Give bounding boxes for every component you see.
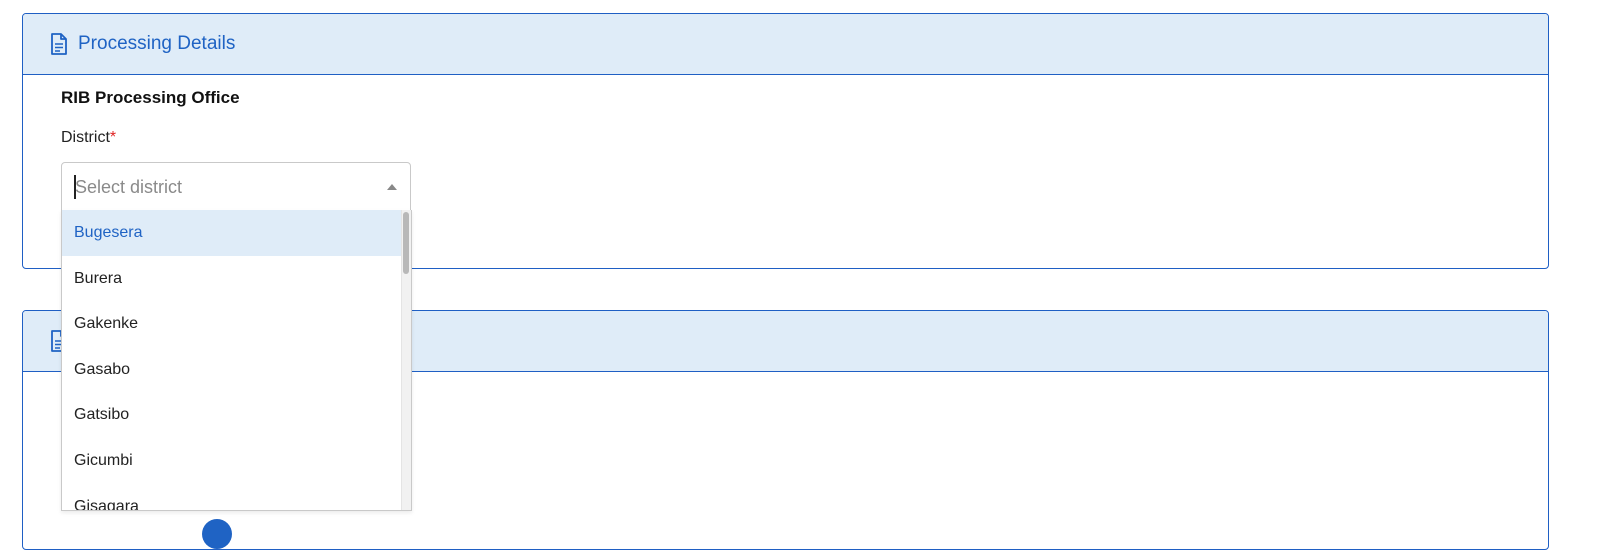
district-label: District* bbox=[61, 129, 116, 147]
card-header: Processing Details bbox=[23, 14, 1548, 75]
section-title: RIB Processing Office bbox=[61, 88, 240, 107]
card-title: Processing Details bbox=[78, 33, 236, 54]
dropdown-option[interactable]: Gicumbi bbox=[62, 438, 403, 484]
dropdown-option[interactable]: Burera bbox=[62, 256, 403, 302]
district-dropdown: Bugesera Burera Gakenke Gasabo Gatsibo G… bbox=[61, 210, 412, 511]
document-icon bbox=[50, 33, 68, 55]
scrollbar-thumb[interactable] bbox=[403, 212, 409, 274]
dropdown-scrollbar[interactable] bbox=[401, 210, 411, 510]
step-indicator bbox=[202, 519, 232, 549]
district-select[interactable] bbox=[61, 162, 411, 211]
dropdown-option[interactable]: Gisagara bbox=[62, 484, 403, 510]
caret-up-icon[interactable] bbox=[387, 184, 397, 190]
dropdown-option[interactable]: Gakenke bbox=[62, 301, 403, 347]
district-label-text: District bbox=[61, 129, 110, 146]
dropdown-option[interactable]: Gatsibo bbox=[62, 392, 403, 438]
dropdown-option[interactable]: Bugesera bbox=[62, 210, 403, 256]
dropdown-option[interactable]: Gasabo bbox=[62, 347, 403, 393]
required-mark: * bbox=[109, 129, 117, 146]
district-search-input[interactable] bbox=[75, 171, 365, 203]
